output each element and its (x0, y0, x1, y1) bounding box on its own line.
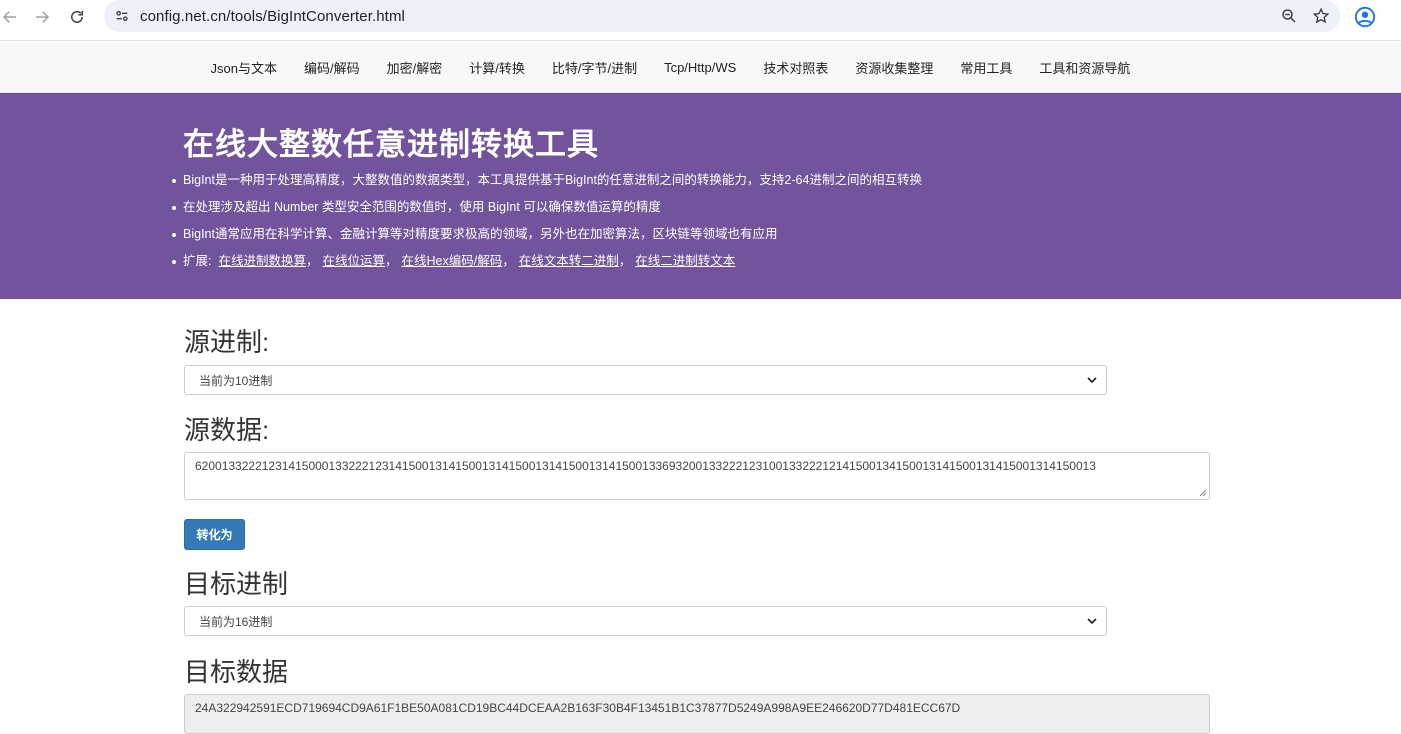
zoom-icon[interactable] (1280, 7, 1298, 25)
nav-item-tech-reference[interactable]: 技术对照表 (750, 58, 842, 77)
link-text-to-binary[interactable]: 在线文本转二进制 (519, 254, 619, 268)
link-binary-to-text[interactable]: 在线二进制转文本 (635, 254, 735, 268)
target-data-output[interactable]: 24A322942591ECD719694CD9A61F1BE50A081CD1… (184, 694, 1210, 734)
link-bitwise-ops[interactable]: 在线位运算 (322, 254, 385, 268)
site-navbar: Json与文本 编码/解码 加密/解密 计算/转换 比特/字节/进制 Tcp/H… (0, 40, 1401, 93)
extension-links: 扩展: 在线进制数换算， 在线位运算， 在线Hex编码/解码， 在线文本转二进制， 在线… (172, 254, 922, 281)
nav-item-common-tools[interactable]: 常用工具 (947, 58, 1026, 77)
site-info-icon[interactable] (104, 8, 140, 24)
link-hex-codec[interactable]: 在线Hex编码/解码 (402, 254, 503, 268)
link-radix-conversion[interactable]: 在线进制数换算 (218, 254, 306, 268)
nav-item-resources[interactable]: 资源收集整理 (842, 58, 947, 77)
target-radix-value: 当前为16进制 (199, 614, 273, 629)
source-data-label: 源数据: (184, 415, 270, 445)
target-radix-label: 目标进制 (184, 569, 289, 599)
chevron-down-icon (1087, 618, 1097, 625)
nav-item-tool-navigation[interactable]: 工具和资源导航 (1026, 58, 1144, 77)
bookmark-star-icon[interactable] (1312, 7, 1330, 25)
resize-grip-icon[interactable] (1199, 489, 1207, 497)
nav-item-bit-byte-radix[interactable]: 比特/字节/进制 (538, 58, 650, 77)
nav-item-encode-decode[interactable]: 编码/解码 (290, 58, 373, 77)
nav-item-json-text[interactable]: Json与文本 (197, 58, 290, 77)
nav-item-tcp-http-ws[interactable]: Tcp/Http/WS (651, 60, 750, 75)
target-radix-select[interactable]: 当前为16进制 (184, 606, 1107, 636)
arrow-right-icon (36, 10, 50, 23)
hero-banner: 在线大整数任意进制转换工具 BigInt是一种用于处理高精度，大整数值的数据类型… (0, 93, 1401, 299)
page-title: 在线大整数任意进制转换工具 (183, 127, 599, 162)
reload-icon (71, 10, 83, 23)
forward-button[interactable] (24, 0, 60, 33)
url-text: config.net.cn/tools/BigIntConverter.html (140, 7, 405, 25)
source-data-input[interactable]: 6200133222123141500013322212314150013141… (184, 452, 1210, 500)
description-item: 在处理涉及超出 Number 类型安全范围的数值时，使用 BigInt 可以确保… (172, 200, 922, 227)
chevron-down-icon (1087, 377, 1097, 384)
description-item: BigInt通常应用在科学计算、金融计算等对精度要求极高的领域，另外也在加密算法… (172, 227, 922, 254)
arrow-left-icon (2, 10, 16, 23)
nav-item-calc-convert[interactable]: 计算/转换 (456, 58, 539, 77)
description-list: BigInt是一种用于处理高精度，大整数值的数据类型，本工具提供基于BigInt… (172, 173, 922, 281)
source-radix-label: 源进制: (184, 327, 270, 357)
reload-button[interactable] (59, 0, 95, 33)
source-data-value: 6200133222123141500013322212314150013141… (195, 459, 1096, 473)
convert-button[interactable]: 转化为 (184, 519, 245, 550)
address-bar[interactable]: config.net.cn/tools/BigIntConverter.html (104, 0, 1340, 32)
nav-item-encrypt-decrypt[interactable]: 加密/解密 (373, 58, 456, 77)
profile-icon[interactable] (1354, 6, 1376, 28)
extension-prefix: 扩展: (183, 254, 212, 268)
source-radix-value: 当前为10进制 (199, 373, 273, 388)
target-data-label: 目标数据 (184, 657, 289, 687)
browser-toolbar: config.net.cn/tools/BigIntConverter.html (0, 0, 1401, 33)
target-data-value: 24A322942591ECD719694CD9A61F1BE50A081CD1… (195, 701, 961, 715)
description-item: BigInt是一种用于处理高精度，大整数值的数据类型，本工具提供基于BigInt… (172, 173, 922, 200)
source-radix-select[interactable]: 当前为10进制 (184, 365, 1107, 395)
